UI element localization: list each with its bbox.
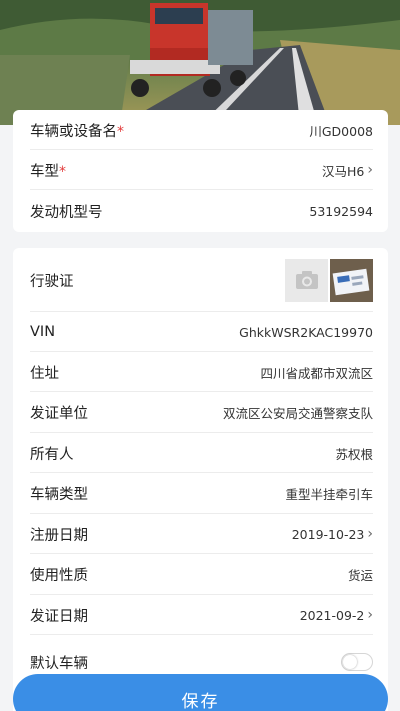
registration-date-value: 2019-10-23 <box>291 526 365 542</box>
engine-model-value: 53192594 <box>309 203 373 219</box>
required-mark: * <box>117 123 124 140</box>
vehicle-model-label: 车型 <box>30 163 59 180</box>
address-label: 住址 <box>30 365 59 382</box>
issuer-value: 双流区公安局交通警察支队 <box>222 406 373 421</box>
vehicle-name-label: 车辆或设备名 <box>30 123 117 140</box>
address-row: 住址 四川省成都市双流区 <box>30 352 373 392</box>
vehicle-model-value-wrap: 汉马H6 › <box>322 161 373 180</box>
vehicle-model-row[interactable]: 车型* 汉马H6 › <box>30 150 373 190</box>
chevron-right-icon: › <box>367 526 373 542</box>
vehicle-name-row[interactable]: 车辆或设备名* 川GD0008 <box>30 110 373 150</box>
license-photo-thumbnail[interactable] <box>330 258 373 302</box>
issuer-label: 发证单位 <box>30 406 88 422</box>
license-photo-row: 行驶证 <box>30 248 373 312</box>
vehicle-info-card: 车辆或设备名* 川GD0008 车型* 汉马H6 › 发动机型号 5319259… <box>13 110 388 232</box>
vehicle-model-label-wrap: 车型* <box>30 160 66 181</box>
registration-date-row[interactable]: 注册日期 2019-10-23 › <box>30 514 373 554</box>
default-vehicle-toggle[interactable] <box>341 653 373 671</box>
issue-date-label: 发证日期 <box>30 608 88 625</box>
driving-license-card: 行驶证 VIN GhkkWSR2KAC19970 住址 四川省成都市双流区 发证… <box>13 248 388 711</box>
issuer-row: 发证单位 双流区公安局交通警察支队 <box>30 392 373 433</box>
usage-value: 货运 <box>347 568 373 583</box>
owner-row: 所有人 苏权根 <box>30 433 373 473</box>
hero-truck-photo <box>0 0 400 125</box>
chevron-right-icon: › <box>367 162 373 178</box>
issue-date-value: 2021-09-2 <box>299 607 365 623</box>
default-vehicle-label: 默认车辆 <box>30 655 88 672</box>
vin-row: VIN GhkkWSR2KAC19970 <box>30 312 373 352</box>
vehicle-model-value: 汉马H6 <box>322 163 365 179</box>
owner-value: 苏权根 <box>335 446 373 462</box>
engine-model-row[interactable]: 发动机型号 53192594 <box>30 190 373 232</box>
vehicle-type-label: 车辆类型 <box>30 487 88 503</box>
required-mark: * <box>59 163 66 180</box>
usage-label: 使用性质 <box>30 568 88 584</box>
save-button[interactable]: 保存 <box>13 674 388 711</box>
registration-date-value-wrap: 2019-10-23 › <box>292 526 373 542</box>
vehicle-name-value: 川GD0008 <box>309 123 373 139</box>
license-label: 行驶证 <box>30 273 74 290</box>
issue-date-value-wrap: 2021-09-2 › <box>300 607 373 623</box>
vin-value: GhkkWSR2KAC19970 <box>239 324 373 340</box>
vehicle-type-row: 车辆类型 重型半挂牵引车 <box>30 473 373 514</box>
address-value: 四川省成都市双流区 <box>260 365 373 381</box>
toggle-knob <box>343 655 357 669</box>
issue-date-row[interactable]: 发证日期 2021-09-2 › <box>30 595 373 635</box>
vehicle-name-label-wrap: 车辆或设备名* <box>30 120 124 141</box>
engine-model-label: 发动机型号 <box>30 204 103 221</box>
vehicle-type-value: 重型半挂牵引车 <box>285 487 373 502</box>
usage-row: 使用性质 货运 <box>30 554 373 595</box>
license-photos <box>285 258 373 302</box>
registration-date-label: 注册日期 <box>30 527 88 544</box>
owner-label: 所有人 <box>30 446 74 463</box>
camera-icon[interactable] <box>285 258 328 302</box>
vin-label: VIN <box>30 324 56 340</box>
chevron-right-icon: › <box>367 607 373 623</box>
